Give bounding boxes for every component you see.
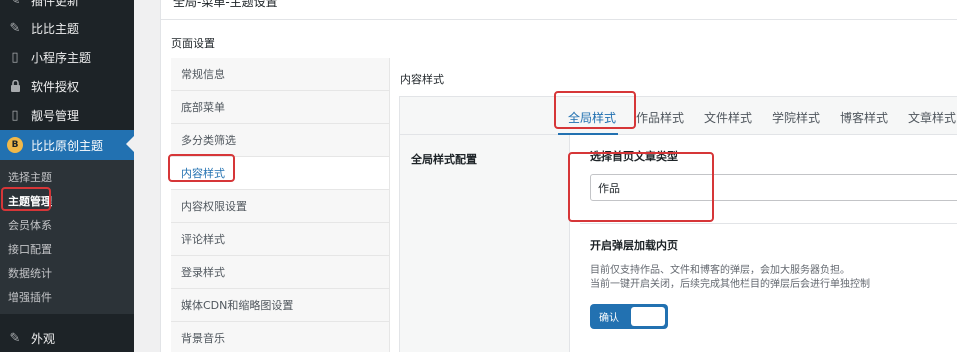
admin-sidebar: ✎ 插件更新 ✎ 比比主题 ▯ 小程序主题 软件授权 ▯ 靓号管理 B 比比原创… — [0, 0, 134, 352]
submenu: 选择主题 主题管理 会员体系 接口配置 数据统计 增强插件 — [0, 160, 134, 314]
nav-item-content-style[interactable]: 内容样式 — [171, 157, 389, 190]
phone-icon: ▯ — [11, 107, 19, 123]
homepage-type-select[interactable]: 作品 — [590, 174, 957, 201]
menu-item-plugin-updates[interactable]: ✎ 插件更新 — [0, 0, 134, 14]
submenu-item-theme-management[interactable]: 主题管理 — [8, 193, 52, 209]
tab-works-style[interactable]: 作品样式 — [636, 109, 684, 126]
section-title: 页面设置 — [171, 37, 215, 50]
nav-item-login-style[interactable]: 登录样式 — [171, 256, 389, 289]
settings-panel: 全局-菜单-主题设置 页面设置 常规信息 底部菜单 多分类筛选 内容样式 内容权… — [160, 0, 957, 352]
tab-global-style[interactable]: 全局样式 — [568, 109, 616, 126]
submenu-item-statistics[interactable]: 数据统计 — [8, 265, 52, 281]
submenu-item-enhancements[interactable]: 增强插件 — [8, 289, 52, 305]
nav-item-comment-style[interactable]: 评论样式 — [171, 223, 389, 256]
tab-files-style[interactable]: 文件样式 — [704, 109, 752, 126]
tab-article-style[interactable]: 文章样式 — [908, 109, 956, 126]
menu-item-software-license[interactable]: 软件授权 — [0, 72, 134, 100]
tabs-container: 全局样式 作品样式 文件样式 学院样式 博客样式 文章样式 全局样式配置 选择首… — [399, 96, 957, 352]
submenu-item-api-config[interactable]: 接口配置 — [8, 241, 52, 257]
settings-nav: 常规信息 底部菜单 多分类筛选 内容样式 内容权限设置 评论样式 登录样式 媒体… — [171, 58, 389, 352]
nav-item-category-filter[interactable]: 多分类筛选 — [171, 124, 389, 157]
popup-loading-toggle[interactable]: 确认 — [590, 304, 668, 329]
menu-item-label: 插件更新 — [31, 0, 80, 8]
nav-item-general[interactable]: 常规信息 — [171, 58, 389, 91]
select-value: 作品 — [598, 181, 620, 195]
logo-icon: B — [7, 137, 23, 153]
tab-blog-style[interactable]: 博客样式 — [840, 109, 888, 126]
menu-item-label: 靓号管理 — [31, 108, 80, 123]
phone-icon: ▯ — [11, 49, 19, 65]
toggle-knob — [631, 307, 665, 326]
nav-item-media-cdn[interactable]: 媒体CDN和缩略图设置 — [171, 289, 389, 322]
submenu-item-select-theme[interactable]: 选择主题 — [8, 169, 52, 185]
menu-item-label: 软件授权 — [31, 79, 80, 94]
option-title-popup-loading: 开启弹层加载内页 — [590, 239, 678, 252]
menu-item-label: 比比原创主题 — [31, 138, 104, 153]
menu-item-label: 外观 — [31, 331, 56, 346]
menu-item-appearance[interactable]: ✎ 外观 — [0, 324, 134, 352]
settings-fields: 选择首页文章类型 作品 开启弹层加载内页 目前仅支持作品、文件和博客的弹层，会加… — [570, 135, 957, 352]
tab-academy-style[interactable]: 学院样式 — [772, 109, 820, 126]
menu-item-label: 小程序主题 — [31, 50, 92, 65]
brush-icon: ✎ — [9, 330, 21, 346]
content-title: 内容样式 — [400, 73, 444, 86]
screenshot-root: ✎ 插件更新 ✎ 比比主题 ▯ 小程序主题 软件授权 ▯ 靓号管理 B 比比原创… — [0, 0, 957, 352]
option-description: 目前仅支持作品、文件和博客的弹层，会加大服务器负担。 — [590, 265, 850, 276]
field-label-column: 全局样式配置 — [400, 135, 570, 352]
panel-header: 全局-菜单-主题设置 — [161, 0, 957, 20]
plugin-icon: ✎ — [9, 0, 21, 8]
nav-item-footer-menu[interactable]: 底部菜单 — [171, 91, 389, 124]
menu-item-bibi-original-theme[interactable]: B 比比原创主题 — [0, 130, 134, 160]
field-label: 全局样式配置 — [411, 153, 477, 166]
menu-item-miniprogram-theme[interactable]: ▯ 小程序主题 — [0, 43, 134, 71]
nav-item-background-music[interactable]: 背景音乐 — [171, 322, 389, 352]
toggle-label: 确认 — [599, 313, 619, 324]
lock-icon — [7, 78, 23, 94]
pin-icon: ✎ — [9, 20, 21, 36]
divider — [580, 223, 957, 224]
menu-item-label: 比比主题 — [31, 21, 80, 36]
active-indicator — [126, 136, 134, 152]
content-area: 内容样式 全局样式 作品样式 文件样式 学院样式 博客样式 文章样式 全局样式配… — [389, 58, 957, 352]
option-title-homepage-type: 选择首页文章类型 — [590, 150, 678, 163]
menu-item-premium-number[interactable]: ▯ 靓号管理 — [0, 101, 134, 129]
option-description-second: 当前一键开启关闭，后续完成其他栏目的弹层后会进行单独控制 — [590, 279, 870, 290]
tabs-bar: 全局样式 作品样式 文件样式 学院样式 博客样式 文章样式 — [400, 97, 957, 135]
nav-item-content-permissions[interactable]: 内容权限设置 — [171, 190, 389, 223]
submenu-item-membership[interactable]: 会员体系 — [8, 217, 52, 233]
breadcrumb: 全局-菜单-主题设置 — [173, 0, 278, 9]
menu-item-bibi-theme[interactable]: ✎ 比比主题 — [0, 14, 134, 42]
